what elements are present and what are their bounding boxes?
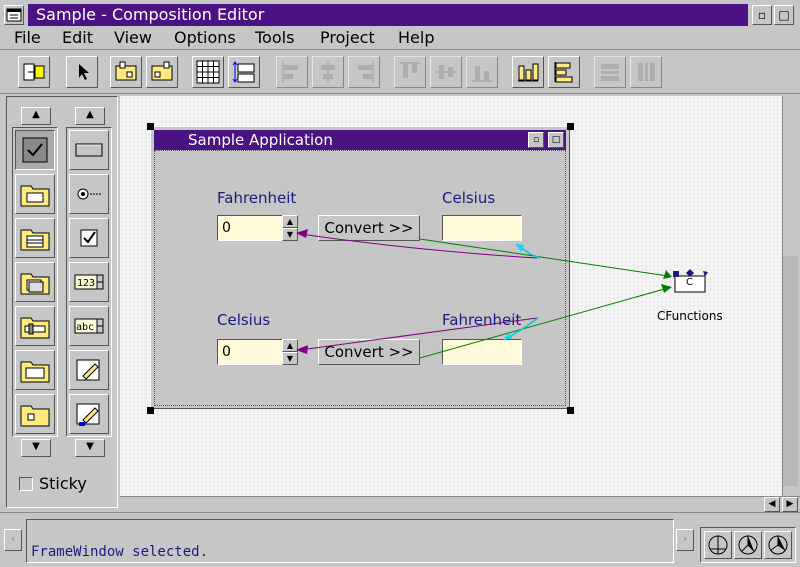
parts-scroll-up-arrow-icon[interactable]: ▲ — [75, 107, 105, 125]
slider-category-icon[interactable] — [15, 306, 55, 346]
numeric-spin-part-icon[interactable]: 123 — [69, 262, 109, 302]
minimize-button[interactable]: ▫ — [752, 5, 772, 25]
icon-view-icon[interactable] — [704, 531, 732, 559]
push-button-part-icon[interactable] — [69, 130, 109, 170]
align-top-icon[interactable] — [394, 56, 426, 88]
connection-overlay — [296, 229, 672, 359]
window-title: Sample - Composition Editor — [28, 4, 748, 26]
cfunctions-part-icon[interactable]: C — [673, 268, 709, 294]
tree-view-icon[interactable] — [734, 531, 762, 559]
connection-arrow-icon — [661, 284, 672, 293]
notebook-category-icon[interactable] — [15, 262, 55, 302]
category-scroll-up-arrow-icon[interactable]: ▲ — [21, 107, 51, 125]
distribute-horizontal-icon[interactable] — [512, 56, 544, 88]
composition-canvas[interactable]: ⌄ Sample Application ▫ □ Fahrenheit Cels… — [120, 96, 783, 496]
status-message: FrameWindow selected. — [26, 519, 674, 563]
align-bottom-icon[interactable] — [466, 56, 498, 88]
align-middle-icon[interactable] — [430, 56, 462, 88]
radio-button-part-icon[interactable] — [69, 174, 109, 214]
status-scroll-right-icon[interactable]: › — [676, 529, 694, 551]
match-width-icon[interactable] — [594, 56, 626, 88]
svg-text:123: 123 — [77, 278, 95, 289]
title-bar: Sample - Composition Editor ▫ □ — [0, 0, 800, 30]
grid-toggle-icon[interactable] — [192, 56, 224, 88]
frame-category-icon[interactable] — [15, 174, 55, 214]
scroll-left-arrow-icon[interactable]: ◀ — [764, 497, 780, 512]
status-scroll-left-icon[interactable]: ‹ — [4, 529, 22, 551]
parts-palette: ▲ ▲ 123 abc ▼ ▼ Sticky — [6, 96, 118, 508]
connection-line[interactable] — [299, 317, 538, 351]
svg-text:abc: abc — [76, 322, 94, 333]
cfunctions-label: CFunctions — [657, 309, 723, 323]
menu-edit[interactable]: Edit — [62, 28, 93, 48]
connect-parts-icon[interactable] — [110, 56, 142, 88]
parts-column: 123 abc — [66, 127, 112, 437]
connection-arrow-icon — [663, 270, 672, 279]
parts-scroll-down-arrow-icon[interactable]: ▼ — [75, 439, 105, 457]
cfunctions-glyph: C — [686, 277, 693, 288]
toolbar — [0, 52, 800, 94]
menu-options[interactable]: Options — [174, 28, 236, 48]
menu-project[interactable]: Project — [320, 28, 375, 48]
other-category-icon[interactable] — [15, 394, 55, 434]
maximize-button[interactable]: □ — [774, 5, 794, 25]
scroll-right-arrow-icon[interactable]: ▶ — [782, 497, 798, 512]
distribute-vertical-icon[interactable] — [548, 56, 580, 88]
tab-order-icon[interactable] — [228, 56, 260, 88]
multiline-edit-part-icon[interactable] — [69, 394, 109, 434]
sticky-checkbox[interactable] — [19, 477, 33, 491]
controls-category-icon[interactable] — [15, 130, 55, 170]
load-parts-icon[interactable] — [18, 56, 50, 88]
check-box-part-icon[interactable] — [69, 218, 109, 258]
connection-line[interactable] — [299, 233, 538, 259]
view-mode-group — [700, 527, 796, 563]
browse-connections-icon[interactable] — [146, 56, 178, 88]
status-area: ‹ FrameWindow selected. › — [0, 512, 800, 567]
align-left-icon[interactable] — [276, 56, 308, 88]
match-height-icon[interactable] — [630, 56, 662, 88]
system-menu-icon[interactable] — [4, 5, 24, 25]
menu-tools[interactable]: Tools — [255, 28, 294, 48]
menu-help[interactable]: Help — [398, 28, 434, 48]
sticky-label: Sticky — [39, 474, 87, 493]
category-column — [12, 127, 58, 437]
align-center-icon[interactable] — [312, 56, 344, 88]
connection-arrow-icon — [296, 345, 308, 354]
menu-view[interactable]: View — [114, 28, 152, 48]
text-spin-part-icon[interactable]: abc — [69, 306, 109, 346]
category-scroll-down-arrow-icon[interactable]: ▼ — [21, 439, 51, 457]
list-category-icon[interactable] — [15, 218, 55, 258]
details-view-icon[interactable] — [764, 531, 792, 559]
menu-bar: File Edit View Options Tools Project Hel… — [0, 28, 800, 50]
align-right-icon[interactable] — [348, 56, 380, 88]
container-category-icon[interactable] — [15, 350, 55, 390]
connection-line[interactable] — [419, 287, 669, 359]
menu-file[interactable]: File — [14, 28, 41, 48]
connection-arrow-icon — [296, 229, 308, 238]
entry-field-part-icon[interactable] — [69, 350, 109, 390]
vertical-scrollbar[interactable] — [782, 96, 798, 496]
vertical-scroll-track[interactable] — [783, 256, 798, 486]
horizontal-scrollbar[interactable]: ◀ ▶ — [120, 496, 800, 512]
connection-line[interactable] — [419, 238, 669, 277]
selection-tool-icon[interactable] — [66, 56, 98, 88]
